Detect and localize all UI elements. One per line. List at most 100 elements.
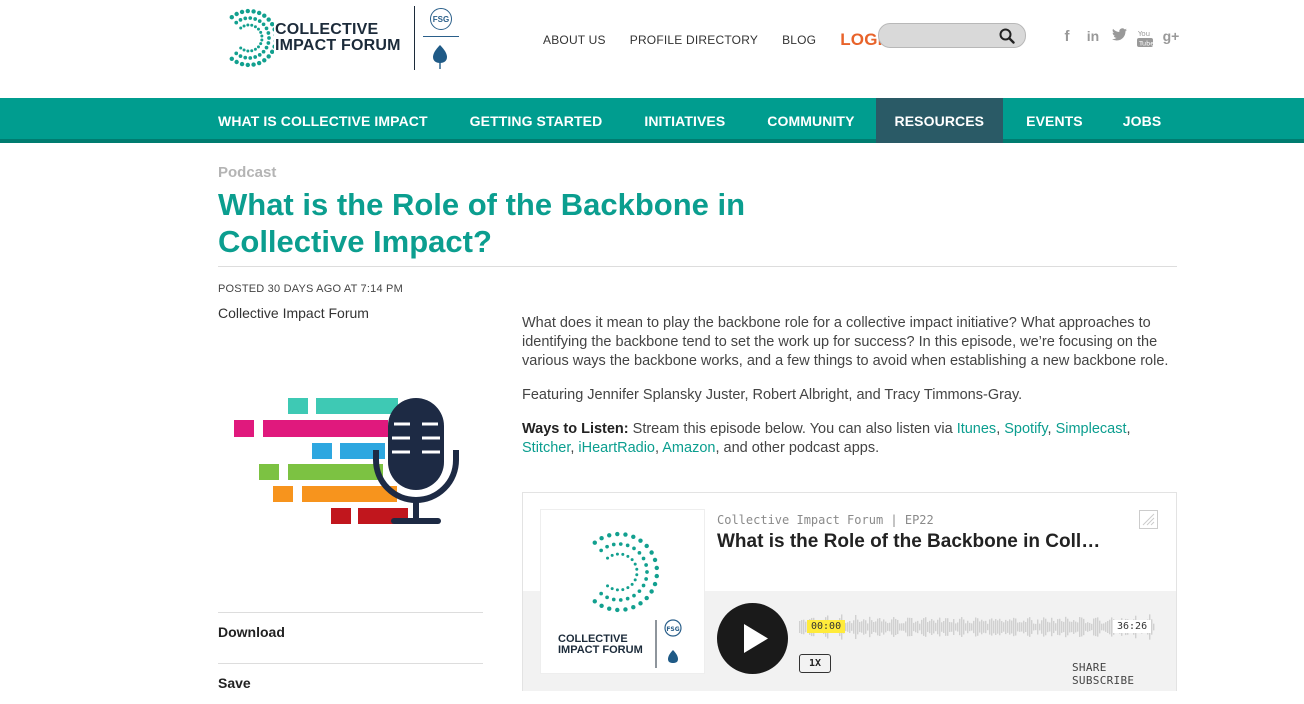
podcast-artwork bbox=[234, 398, 459, 524]
link-itunes[interactable]: Itunes bbox=[957, 421, 997, 437]
nav-profile-directory[interactable]: PROFILE DIRECTORY bbox=[630, 33, 758, 47]
nav-label: WHAT IS COLLECTIVE IMPACT bbox=[218, 112, 428, 129]
image-icon[interactable] bbox=[1139, 510, 1158, 529]
waveform-bar bbox=[1089, 622, 1091, 632]
waveform-bar bbox=[859, 621, 861, 633]
waveform-bar bbox=[1015, 618, 1017, 636]
linkedin-icon[interactable]: in bbox=[1080, 28, 1106, 48]
twitter-icon[interactable] bbox=[1106, 28, 1132, 48]
waveform-bar bbox=[905, 621, 907, 633]
share-button[interactable]: SHARE bbox=[1072, 661, 1107, 674]
episode-title[interactable]: What is the Role of the Backbone in Coll… bbox=[717, 531, 1107, 553]
waveform-bar bbox=[857, 619, 859, 635]
cover-logo-text: COLLECTIVE IMPACT FORUM bbox=[558, 634, 643, 656]
waveform-bar bbox=[1021, 622, 1023, 632]
waveform-bar bbox=[1055, 623, 1057, 631]
waveform-bar bbox=[1031, 620, 1033, 634]
nav-events[interactable]: EVENTS bbox=[1003, 98, 1103, 143]
site-header: COLLECTIVE IMPACT FORUM FSG ABOUT US PRO… bbox=[0, 0, 1304, 98]
waveform-bar bbox=[1025, 622, 1027, 632]
site-logo[interactable]: COLLECTIVE IMPACT FORUM FSG bbox=[218, 6, 468, 72]
waveform-bar bbox=[1109, 619, 1111, 635]
waveform-bar bbox=[1017, 622, 1019, 632]
facebook-icon[interactable]: f bbox=[1054, 28, 1080, 48]
nav-label: GETTING STARTED bbox=[469, 112, 603, 129]
download-link[interactable]: Download bbox=[218, 612, 483, 663]
link-simplecast[interactable]: Simplecast bbox=[1056, 421, 1127, 437]
waveform-bar bbox=[869, 616, 871, 638]
waveform-bar bbox=[1007, 621, 1009, 633]
waveform-bar bbox=[1101, 623, 1103, 631]
waveform-bar bbox=[1153, 623, 1155, 631]
podcast-player: FSG COLLECTIVE IMPACT FORUM Collective I… bbox=[522, 492, 1177, 691]
waveform-bar bbox=[895, 618, 897, 636]
nav-initiatives[interactable]: INITIATIVES bbox=[623, 98, 746, 143]
waveform-bar bbox=[927, 622, 929, 632]
nav-label: INITIATIVES bbox=[644, 112, 726, 129]
intro-paragraph: What does it mean to play the backbone r… bbox=[522, 315, 1169, 369]
search-icon[interactable] bbox=[999, 28, 1015, 44]
waveform-bar bbox=[957, 622, 959, 632]
waveform-bar bbox=[865, 620, 867, 634]
playback-speed-button[interactable]: 1X bbox=[799, 654, 831, 673]
play-icon bbox=[744, 624, 768, 653]
waveform-bar bbox=[851, 623, 853, 631]
link-spotify[interactable]: Spotify bbox=[1004, 421, 1047, 437]
waveform-bar bbox=[1099, 620, 1101, 634]
waveform-bar bbox=[1061, 621, 1063, 633]
waveform-bar bbox=[1043, 617, 1045, 637]
nav-resources[interactable]: RESOURCES bbox=[875, 98, 1004, 143]
link-stitcher[interactable]: Stitcher bbox=[522, 440, 570, 456]
link-amazon[interactable]: Amazon bbox=[662, 440, 715, 456]
waveform-bar bbox=[1075, 621, 1077, 633]
waveform-bar bbox=[985, 620, 987, 634]
posted-date: POSTED 30 DAYS AGO AT 7:14 PM bbox=[218, 283, 403, 295]
waveform-bar bbox=[867, 623, 869, 631]
page-title: What is the Role of the Backbone in Coll… bbox=[218, 187, 746, 259]
nav-label: EVENTS bbox=[1026, 112, 1083, 129]
waveform-bar bbox=[881, 621, 883, 633]
sidebar-actions: Download Save bbox=[218, 612, 483, 704]
nav-community[interactable]: COMMUNITY bbox=[746, 98, 875, 143]
google-plus-icon[interactable]: g+ bbox=[1158, 28, 1184, 48]
waveform-bar bbox=[977, 618, 979, 636]
waveform-bar bbox=[911, 617, 913, 637]
waveform-bar bbox=[883, 619, 885, 635]
player-actions: SHARE SUBSCRIBE bbox=[1058, 661, 1176, 687]
nav-blog[interactable]: BLOG bbox=[782, 33, 816, 47]
nav-getting-started[interactable]: GETTING STARTED bbox=[449, 98, 624, 143]
waveform-bar bbox=[853, 620, 855, 634]
waveform-bar bbox=[1071, 621, 1073, 633]
waveform-bar bbox=[849, 621, 851, 633]
waveform-bar bbox=[1103, 623, 1105, 631]
waveform-bar bbox=[1029, 617, 1031, 637]
nav-about-us[interactable]: ABOUT US bbox=[543, 33, 606, 47]
logo-line-1: COLLECTIVE bbox=[275, 21, 379, 38]
waveform-scrubber[interactable] bbox=[799, 605, 1157, 649]
waveform-bar bbox=[1073, 620, 1075, 634]
play-button[interactable] bbox=[717, 603, 788, 674]
waveform-bar bbox=[1051, 617, 1053, 637]
search-input[interactable] bbox=[878, 23, 1026, 48]
waveform-bar bbox=[983, 621, 985, 633]
nav-what-is-collective-impact[interactable]: WHAT IS COLLECTIVE IMPACT bbox=[0, 98, 449, 143]
waveform-bar bbox=[987, 623, 989, 631]
duration: 36:26 bbox=[1113, 620, 1152, 633]
waveform-bar bbox=[899, 623, 901, 631]
fsg-rule bbox=[423, 36, 459, 37]
waveform-bar bbox=[1107, 620, 1109, 634]
waveform-bar bbox=[1151, 619, 1153, 635]
save-link[interactable]: Save bbox=[218, 663, 483, 704]
waveform-bar bbox=[891, 619, 893, 635]
ways-to-listen-label: Ways to Listen: bbox=[522, 421, 629, 437]
waveform-bar bbox=[981, 619, 983, 635]
youtube-icon[interactable]: You Tube bbox=[1132, 28, 1158, 48]
leaf-icon bbox=[433, 45, 447, 69]
featuring-paragraph: Featuring Jennifer Splansky Juster, Robe… bbox=[522, 387, 1023, 403]
utility-nav: ABOUT US PROFILE DIRECTORY BLOG LOGIN bbox=[543, 30, 921, 50]
waveform-bar bbox=[959, 618, 961, 636]
subscribe-button[interactable]: SUBSCRIBE bbox=[1072, 674, 1134, 687]
link-iheartradio[interactable]: iHeartRadio bbox=[578, 440, 655, 456]
nav-jobs[interactable]: JOBS bbox=[1103, 98, 1182, 143]
waveform-bar bbox=[933, 620, 935, 634]
